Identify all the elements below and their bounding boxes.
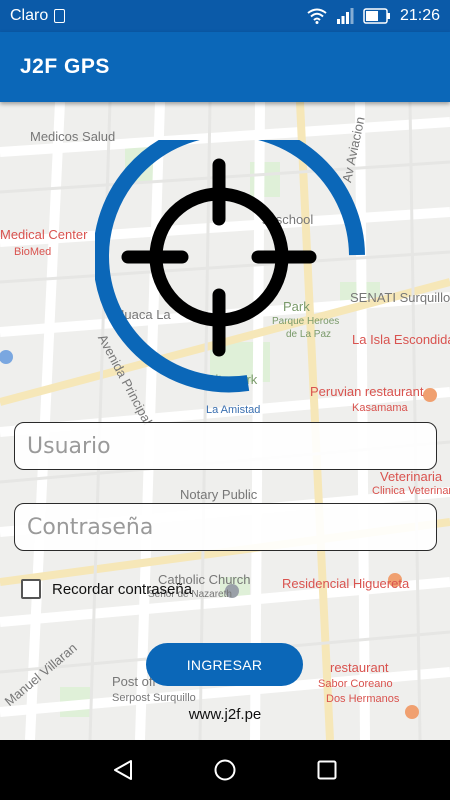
remember-password-checkbox[interactable] xyxy=(21,579,41,599)
username-input[interactable] xyxy=(25,432,436,460)
login-screen: Recordar contraseña INGRESAR www.j2f.pe xyxy=(0,0,450,800)
password-field[interactable] xyxy=(14,503,437,551)
login-button[interactable]: INGRESAR xyxy=(146,643,303,686)
app-title: J2F GPS xyxy=(20,55,110,78)
crosshair-logo-icon xyxy=(95,140,365,393)
website-link[interactable]: www.j2f.pe xyxy=(0,706,450,723)
app-bar: J2F GPS xyxy=(0,32,450,102)
remember-password-row[interactable]: Recordar contraseña xyxy=(21,579,192,599)
password-input[interactable] xyxy=(25,513,436,541)
remember-password-label: Recordar contraseña xyxy=(52,580,193,598)
username-field[interactable] xyxy=(14,422,437,470)
